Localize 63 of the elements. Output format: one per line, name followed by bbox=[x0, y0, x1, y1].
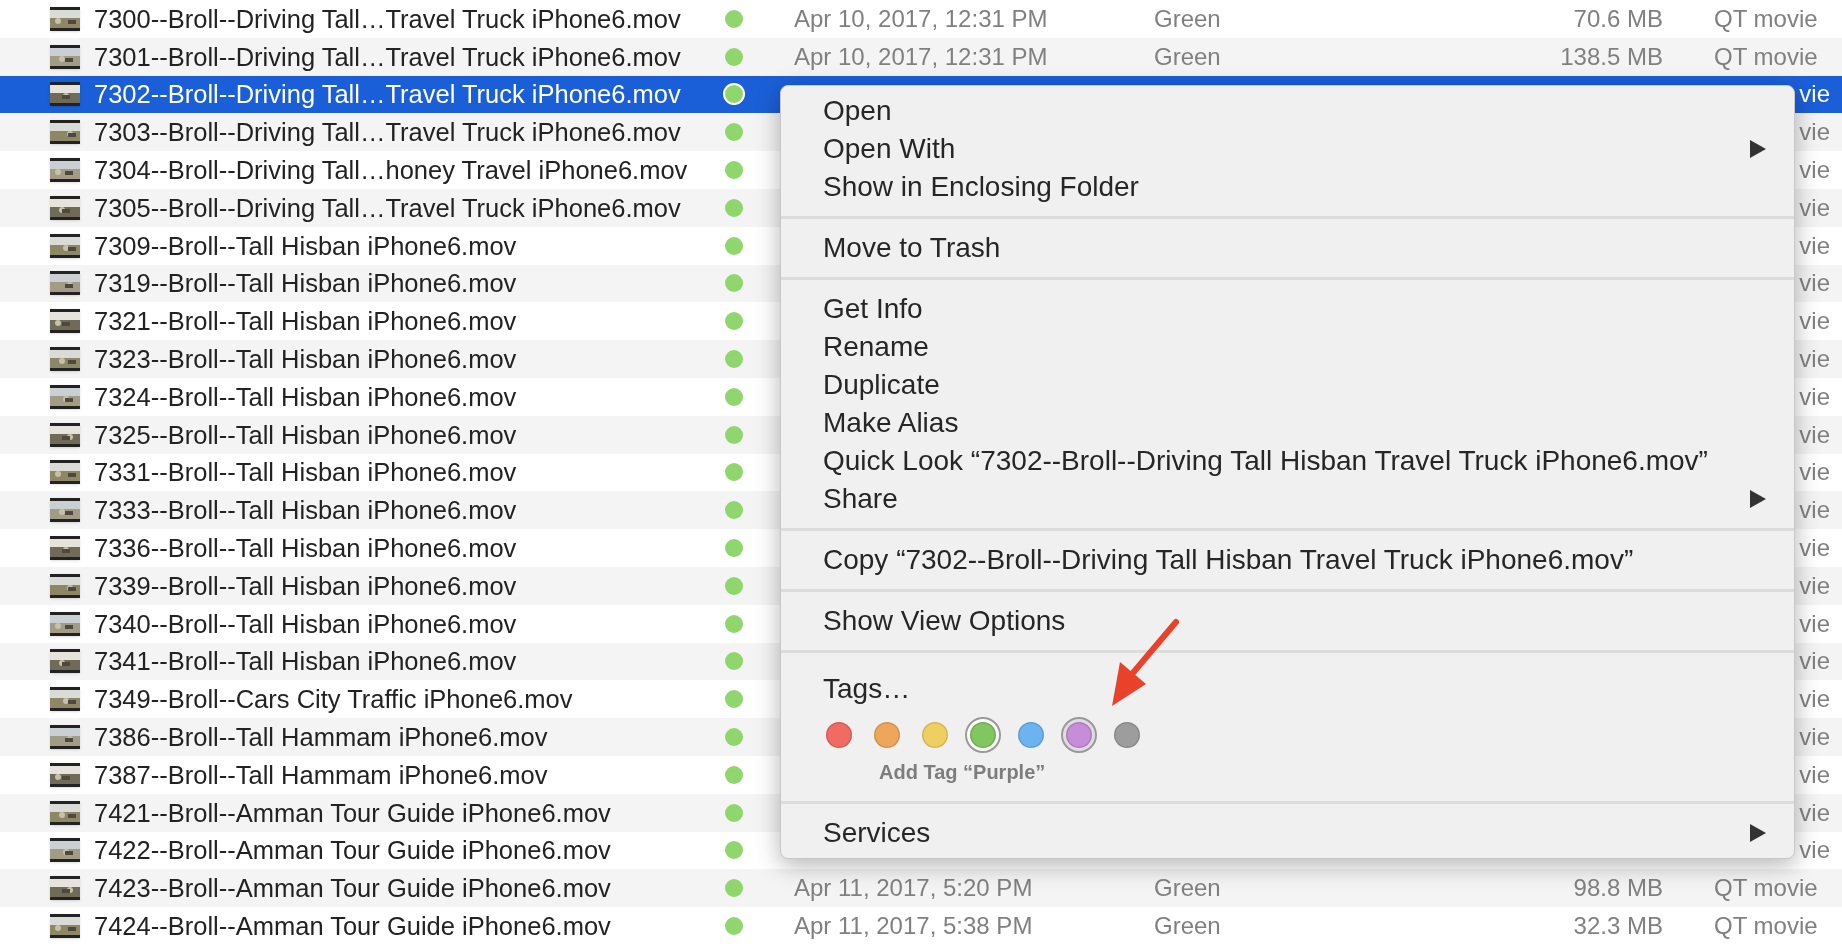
file-name: 7323--Broll--Tall Hisban iPhone6.mov bbox=[94, 343, 518, 375]
file-name: 7319--Broll--Tall Hisban iPhone6.mov bbox=[94, 268, 518, 300]
file-kind: vie bbox=[1798, 533, 1830, 564]
file-name: 7339--Broll--Tall Hisban iPhone6.mov bbox=[94, 570, 518, 602]
file-name: 7349--Broll--Cars City Traffic iPhone6.mov bbox=[94, 684, 574, 716]
file-name: 7321--Broll--Tall Hisban iPhone6.mov bbox=[94, 306, 518, 338]
date-modified: Apr 10, 2017, 12:31 PM bbox=[794, 3, 1049, 34]
file-kind: vie bbox=[1798, 230, 1830, 261]
file-name: 7340--Broll--Tall Hisban iPhone6.mov bbox=[94, 608, 518, 640]
file-name: 7341--Broll--Tall Hisban iPhone6.mov bbox=[94, 646, 518, 678]
file-kind: vie bbox=[1798, 268, 1830, 299]
file-kind: vie bbox=[1798, 570, 1830, 601]
file-name: 7303--Broll--Driving Tall…Travel Truck iPhone6.mov bbox=[94, 117, 682, 149]
file-name: 7336--Broll--Tall Hisban iPhone6.mov bbox=[94, 532, 518, 564]
tag-hint: Add Tag “Purple” bbox=[879, 760, 1047, 785]
file-name: 7386--Broll--Tall Hammam iPhone6.mov bbox=[94, 721, 549, 753]
file-name: 7325--Broll--Tall Hisban iPhone6.mov bbox=[94, 419, 518, 451]
file-name: 7302--Broll--Driving Tall…Travel Truck iPhone6.mov bbox=[94, 79, 682, 111]
file-kind: vie bbox=[1798, 835, 1830, 866]
file-kind: vie bbox=[1798, 797, 1830, 828]
file-kind: vie bbox=[1798, 79, 1830, 110]
file-kind: vie bbox=[1798, 457, 1830, 488]
file-kind: vie bbox=[1798, 381, 1830, 412]
file-name: 7300--Broll--Driving Tall…Travel Truck iPhone6.mov bbox=[94, 3, 682, 35]
file-name: 7423--Broll--Amman Tour Guide iPhone6.mov bbox=[94, 873, 612, 905]
file-kind: QT movie bbox=[1714, 41, 1817, 72]
file-kind: vie bbox=[1798, 722, 1830, 753]
date-modified: Apr 11, 2017, 5:20 PM bbox=[794, 873, 1034, 904]
file-name: 7333--Broll--Tall Hisban iPhone6.mov bbox=[94, 495, 518, 527]
file-name: 7304--Broll--Driving Tall…honey Travel iPhone6.mov bbox=[94, 154, 689, 186]
file-kind: QT movie bbox=[1714, 873, 1817, 904]
file-kind: vie bbox=[1798, 419, 1830, 450]
file-kind: vie bbox=[1798, 608, 1830, 639]
tag-name: Green bbox=[1154, 911, 1222, 941]
file-name: 7324--Broll--Tall Hisban iPhone6.mov bbox=[94, 381, 518, 413]
file-size: 32.3 MB bbox=[1572, 911, 1663, 941]
file-name: 7422--Broll--Amman Tour Guide iPhone6.mov bbox=[94, 835, 612, 867]
file-name: 7331--Broll--Tall Hisban iPhone6.mov bbox=[94, 457, 518, 489]
tag-name: Green bbox=[1154, 41, 1222, 72]
file-kind: QT movie bbox=[1714, 3, 1817, 34]
file-name: 7424--Broll--Amman Tour Guide iPhone6.mov bbox=[94, 910, 612, 942]
file-kind: vie bbox=[1798, 192, 1830, 223]
file-size: 70.6 MB bbox=[1572, 3, 1663, 34]
file-kind: vie bbox=[1798, 495, 1830, 526]
file-kind: vie bbox=[1798, 759, 1830, 790]
file-kind: vie bbox=[1798, 117, 1830, 148]
file-name: 7301--Broll--Driving Tall…Travel Truck iPhone6.mov bbox=[94, 41, 682, 73]
tag-name: Green bbox=[1154, 3, 1222, 34]
file-size: 138.5 MB bbox=[1559, 41, 1663, 72]
file-size: 98.8 MB bbox=[1572, 873, 1663, 904]
file-kind: vie bbox=[1798, 684, 1830, 715]
file-name: 7387--Broll--Tall Hammam iPhone6.mov bbox=[94, 759, 549, 791]
file-name: 7305--Broll--Driving Tall…Travel Truck iPhone6.mov bbox=[94, 192, 682, 224]
file-kind: QT movie bbox=[1714, 911, 1817, 941]
file-name: 7421--Broll--Amman Tour Guide iPhone6.mov bbox=[94, 797, 612, 829]
date-modified: Apr 10, 2017, 12:31 PM bbox=[794, 41, 1049, 72]
file-kind: vie bbox=[1798, 646, 1830, 677]
file-kind: vie bbox=[1798, 306, 1830, 337]
file-name: 7309--Broll--Tall Hisban iPhone6.mov bbox=[94, 230, 518, 262]
date-modified: Apr 11, 2017, 5:38 PM bbox=[794, 911, 1034, 941]
file-kind: vie bbox=[1798, 155, 1830, 186]
tag-name: Green bbox=[1154, 873, 1222, 904]
file-kind: vie bbox=[1798, 344, 1830, 375]
